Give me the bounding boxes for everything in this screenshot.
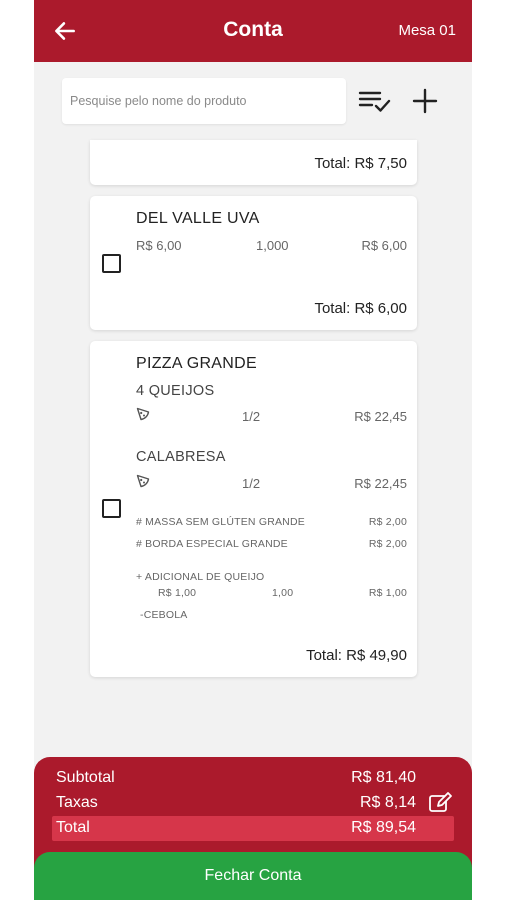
app-screen: Conta Mesa 01 Total: R$ 7,50 DEL VALLE U… bbox=[34, 0, 472, 900]
flavor-name: 4 QUEIJOS bbox=[136, 383, 215, 399]
flavor-price: R$ 22,45 bbox=[354, 409, 407, 424]
quantity: 1,000 bbox=[256, 238, 289, 253]
order-item-card: Total: R$ 7,50 bbox=[90, 140, 417, 185]
addon-quantity: 1,00 bbox=[272, 587, 294, 599]
table-number: Mesa 01 bbox=[398, 22, 456, 39]
item-total: Total: R$ 6,00 bbox=[314, 300, 407, 317]
line-price: R$ 6,00 bbox=[361, 238, 407, 253]
checklist-icon bbox=[358, 91, 391, 112]
subtotal-value: R$ 81,40 bbox=[351, 769, 416, 786]
item-total: Total: R$ 49,90 bbox=[306, 647, 407, 664]
modifier-name: # BORDA ESPECIAL GRANDE bbox=[136, 538, 288, 550]
flavor-name: CALABRESA bbox=[136, 449, 226, 465]
taxes-value: R$ 8,14 bbox=[359, 794, 416, 811]
subtotal-label: Subtotal bbox=[56, 769, 115, 786]
product-name: PIZZA GRANDE bbox=[136, 355, 257, 372]
order-item-card: PIZZA GRANDE 4 QUEIJOS 1/2 R$ 22,45 CALA… bbox=[90, 341, 417, 677]
addon-name: + ADICIONAL DE QUEIJO bbox=[136, 571, 265, 583]
addon-price: R$ 1,00 bbox=[368, 587, 407, 599]
search-box bbox=[62, 78, 346, 124]
addon-unit-price: R$ 1,00 bbox=[158, 587, 197, 599]
modifier-price: R$ 2,00 bbox=[368, 538, 407, 550]
taxes-label: Taxas bbox=[56, 794, 98, 811]
flavor-price: R$ 22,45 bbox=[354, 476, 407, 491]
flavor-fraction: 1/2 bbox=[242, 409, 261, 424]
item-checkbox[interactable] bbox=[102, 499, 121, 518]
add-item-button[interactable] bbox=[408, 86, 442, 116]
removed-ingredient: -CEBOLA bbox=[140, 609, 188, 621]
total-value: R$ 89,54 bbox=[351, 819, 416, 836]
search-input[interactable] bbox=[62, 78, 346, 124]
close-bill-button[interactable]: Fechar Conta bbox=[34, 852, 472, 900]
pizza-slice-icon bbox=[136, 474, 150, 488]
total-label: Total bbox=[56, 819, 90, 836]
item-checkbox[interactable] bbox=[102, 254, 121, 273]
edit-icon[interactable] bbox=[428, 792, 454, 814]
pizza-slice-icon bbox=[136, 407, 150, 421]
product-name: DEL VALLE UVA bbox=[136, 210, 260, 227]
item-total: Total: R$ 7,50 bbox=[314, 155, 407, 172]
unit-price: R$ 6,00 bbox=[136, 238, 182, 253]
flavor-fraction: 1/2 bbox=[242, 476, 261, 491]
select-items-button[interactable] bbox=[358, 86, 392, 116]
order-item-card: DEL VALLE UVA R$ 6,00 1,000 R$ 6,00 Tota… bbox=[90, 196, 417, 330]
modifier-price: R$ 2,00 bbox=[368, 516, 407, 528]
modifier-name: # MASSA SEM GLÚTEN GRANDE bbox=[136, 516, 305, 528]
plus-icon bbox=[412, 88, 438, 114]
app-header: Conta Mesa 01 bbox=[34, 0, 472, 62]
